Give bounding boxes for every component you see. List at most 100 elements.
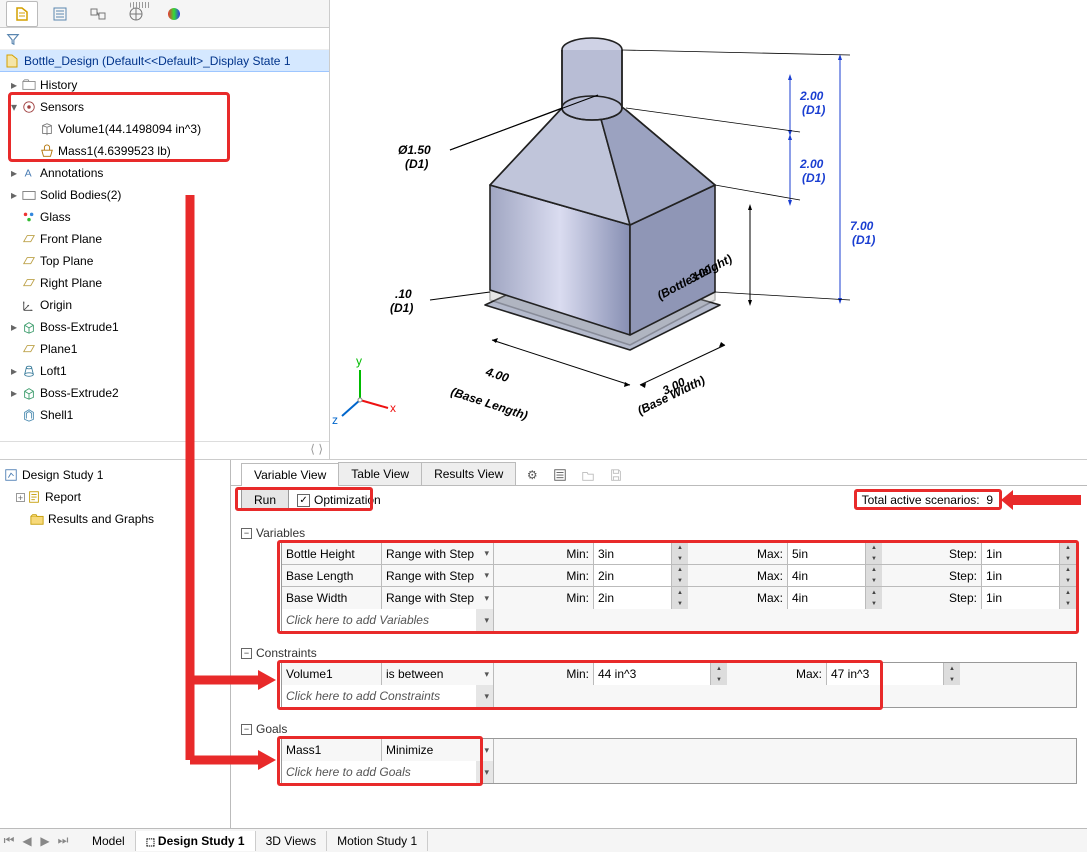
variables-header: Variables (256, 526, 305, 540)
design-study-tab[interactable]: ⬚ Design Study 1 (136, 831, 256, 851)
expand-icon[interactable]: ▸ (8, 188, 20, 202)
right-plane-node[interactable]: Right Plane (40, 276, 102, 290)
design-study-root[interactable]: Design Study 1 (22, 468, 103, 482)
constraint-type-dropdown[interactable]: is between▾ (382, 663, 494, 685)
variable-max-input[interactable]: 4in (788, 587, 866, 609)
origin-node[interactable]: Origin (40, 298, 72, 312)
sensors-node[interactable]: Sensors (40, 100, 84, 114)
variable-view-tab[interactable]: Variable View (241, 463, 339, 486)
variable-type-dropdown[interactable]: Range with Step▾ (382, 543, 494, 564)
add-goals-hint[interactable]: Click here to add Goals (282, 761, 476, 783)
variable-name-cell[interactable]: Bottle Height (282, 543, 382, 564)
collapse-variables-icon[interactable]: − (241, 528, 252, 539)
svg-text:4.00: 4.00 (483, 364, 511, 385)
expand-icon[interactable]: ▸ (8, 364, 20, 378)
variable-max-input[interactable]: 5in (788, 543, 866, 564)
history-node[interactable]: History (40, 78, 77, 92)
panel-splitter[interactable]: ⟨ ⟩ (304, 442, 329, 459)
loft1-node[interactable]: Loft1 (40, 364, 67, 378)
constraints-header: Constraints (256, 646, 317, 660)
optimization-checkbox[interactable]: ✓Optimization (297, 493, 381, 507)
feature-tree[interactable]: ▸ History ▾ Sensors Volume1(44.1498094 in^… (0, 72, 329, 441)
tab-nav-prev-icon[interactable]: ◀ (18, 832, 36, 850)
motion-study-tab[interactable]: Motion Study 1 (327, 831, 428, 851)
collapse-icon[interactable]: ▾ (8, 100, 20, 114)
expand-icon[interactable]: ▸ (8, 78, 20, 92)
variable-min-input[interactable]: 3in (594, 543, 672, 564)
display-manager-tab-icon[interactable] (158, 1, 190, 27)
open-icon (577, 465, 599, 485)
goal-type-dropdown[interactable]: Minimize▾ (382, 739, 494, 761)
svg-text:(D1): (D1) (852, 233, 875, 247)
run-button[interactable]: Run (241, 489, 289, 511)
variable-step-input[interactable]: 1in (982, 587, 1060, 609)
svg-text:.10: .10 (395, 287, 412, 301)
model-tab[interactable]: Model (82, 831, 136, 851)
volume-sensor-icon (38, 120, 56, 138)
variable-min-input[interactable]: 2in (594, 587, 672, 609)
variable-name-cell[interactable]: Base Length (282, 565, 382, 586)
mass-sensor-icon (38, 142, 56, 160)
configuration-manager-tab-icon[interactable] (82, 1, 114, 27)
options-icon[interactable]: ⚙ (521, 465, 543, 485)
expand-icon[interactable]: ▸ (8, 166, 20, 180)
feature-manager-panel[interactable]: Bottle_Design (Default<<Default>_Display… (0, 0, 330, 459)
add-variable-dropdown[interactable]: ▾ (476, 609, 494, 631)
extrude-icon (20, 384, 38, 402)
collapse-goals-icon[interactable]: − (241, 724, 252, 735)
variable-step-input[interactable]: 1in (982, 543, 1060, 564)
svg-text:x: x (390, 401, 396, 415)
variable-step-input[interactable]: 1in (982, 565, 1060, 586)
boss-extrude2-node[interactable]: Boss-Extrude2 (40, 386, 119, 400)
variable-max-input[interactable]: 4in (788, 565, 866, 586)
3d-views-tab[interactable]: 3D Views (256, 831, 327, 851)
results-view-tab[interactable]: Results View (421, 462, 516, 485)
collapse-constraints-icon[interactable]: − (241, 648, 252, 659)
save-icon (605, 465, 627, 485)
expand-icon[interactable]: + (16, 493, 25, 502)
variable-type-dropdown[interactable]: Range with Step▾ (382, 565, 494, 586)
graphics-viewport[interactable]: Ø1.50(D1) 2.00(D1) 2.00(D1) 7.00(D1) (330, 0, 1087, 459)
expand-icon[interactable]: ▸ (8, 386, 20, 400)
property-manager-tab-icon[interactable] (44, 1, 76, 27)
add-goal-dropdown[interactable]: ▾ (476, 761, 494, 783)
plane1-node[interactable]: Plane1 (40, 342, 77, 356)
plane-icon (20, 230, 38, 248)
variable-row: Base Width Range with Step▾ Min: 2in▲▼ M… (282, 587, 1076, 609)
design-study-tree[interactable]: Design Study 1 + Report Results and Graph… (0, 460, 231, 828)
annotations-node[interactable]: Annotations (40, 166, 103, 180)
constraint-min-input[interactable]: 44 in^3 (594, 663, 711, 685)
front-plane-node[interactable]: Front Plane (40, 232, 102, 246)
tab-nav-next-icon[interactable]: ▶ (36, 832, 54, 850)
add-variables-hint[interactable]: Click here to add Variables (282, 609, 476, 631)
mass-sensor-node[interactable]: Mass1(4.6399523 lb) (58, 144, 171, 158)
add-constraints-hint[interactable]: Click here to add Constraints (282, 685, 476, 707)
variable-min-input[interactable]: 2in (594, 565, 672, 586)
variable-type-dropdown[interactable]: Range with Step▾ (382, 587, 494, 609)
report-node[interactable]: Report (45, 490, 81, 504)
tab-nav-last-icon[interactable]: ⏭ (54, 832, 72, 850)
expand-icon[interactable]: ▸ (8, 320, 20, 334)
tab-nav-first-icon[interactable]: ⏮ (0, 832, 18, 850)
table-view-tab[interactable]: Table View (338, 462, 422, 485)
boss-extrude1-node[interactable]: Boss-Extrude1 (40, 320, 119, 334)
feature-tree-tab-icon[interactable] (6, 1, 38, 27)
variable-name-cell[interactable]: Base Width (282, 587, 382, 609)
goal-name-cell[interactable]: Mass1 (282, 739, 382, 761)
constraint-max-input[interactable]: 47 in^3 (827, 663, 944, 685)
top-plane-node[interactable]: Top Plane (40, 254, 93, 268)
svg-text:2.00: 2.00 (799, 89, 824, 103)
solid-bodies-icon (20, 186, 38, 204)
constraint-row: Volume1 is between▾ Min: 44 in^3▲▼ Max: … (282, 663, 1076, 685)
view-list-icon[interactable] (549, 465, 571, 485)
add-constraint-dropdown[interactable]: ▾ (476, 685, 494, 707)
filter-icon[interactable] (6, 32, 20, 46)
volume-sensor-node[interactable]: Volume1(44.1498094 in^3) (58, 122, 201, 136)
results-node[interactable]: Results and Graphs (48, 512, 154, 526)
constraint-name-cell[interactable]: Volume1 (282, 663, 382, 685)
material-node[interactable]: Glass (40, 210, 71, 224)
solid-bodies-node[interactable]: Solid Bodies(2) (40, 188, 121, 202)
study-root-icon (2, 466, 20, 484)
shell1-node[interactable]: Shell1 (40, 408, 73, 422)
design-study-panel: Variable View Table View Results View ⚙ … (231, 460, 1087, 828)
